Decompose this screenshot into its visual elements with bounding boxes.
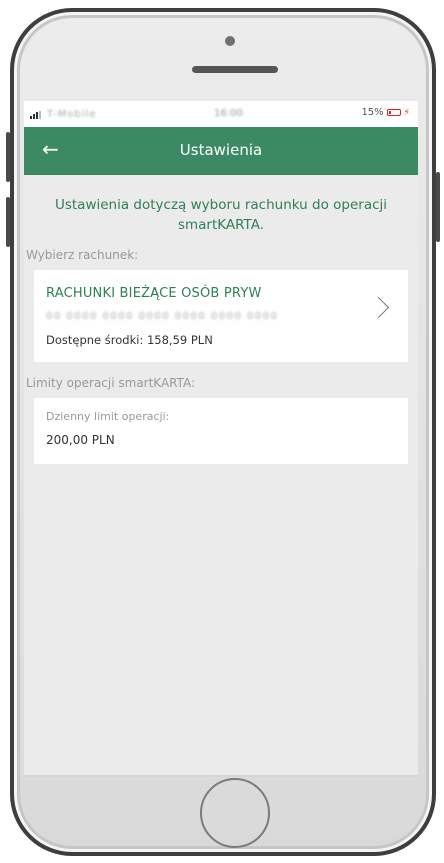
- account-select-card[interactable]: RACHUNKI BIEŻĄCE OSÓB PRYW 00 0000 0000 …: [34, 270, 408, 362]
- signal-icon: [30, 110, 41, 119]
- top-app-bar: ← Ustawienia: [24, 127, 418, 175]
- volume-down-button: [6, 197, 10, 247]
- power-button: [436, 172, 440, 242]
- app-screen: T-Mobile 16:00 15% ⚡ ← Ustawienia Ustawi…: [24, 101, 418, 777]
- home-button[interactable]: [200, 778, 270, 848]
- screen-bottom-edge: [24, 775, 418, 777]
- daily-limit-value: 200,00 PLN: [46, 433, 115, 447]
- account-number: 00 0000 0000 0000 0000 0000 0000: [46, 311, 279, 322]
- battery-percent: 15%: [361, 107, 384, 118]
- status-bar: T-Mobile 16:00 15% ⚡: [24, 101, 418, 127]
- status-left: T-Mobile: [30, 109, 97, 120]
- intro-text: Ustawienia dotyczą wyboru rachunku do op…: [54, 197, 388, 233]
- status-time: 16:00: [214, 108, 243, 119]
- daily-limit-card[interactable]: Dzienny limit operacji: 200,00 PLN: [34, 398, 408, 464]
- charging-icon: ⚡: [403, 107, 410, 118]
- account-section-label: Wybierz rachunek:: [26, 248, 139, 262]
- account-name: RACHUNKI BIEŻĄCE OSÓB PRYW: [46, 286, 262, 301]
- front-camera: [225, 36, 235, 46]
- daily-limit-label: Dzienny limit operacji:: [46, 410, 170, 423]
- available-funds: Dostępne środki: 158,59 PLN: [46, 333, 213, 347]
- limits-section-label: Limity operacji smartKARTA:: [26, 376, 196, 390]
- volume-up-button: [6, 132, 10, 182]
- battery-icon: [386, 109, 401, 116]
- carrier-name: T-Mobile: [47, 109, 97, 120]
- earpiece-speaker: [192, 66, 278, 73]
- page-title: Ustawienia: [179, 141, 263, 159]
- status-right: 15% ⚡: [361, 107, 410, 118]
